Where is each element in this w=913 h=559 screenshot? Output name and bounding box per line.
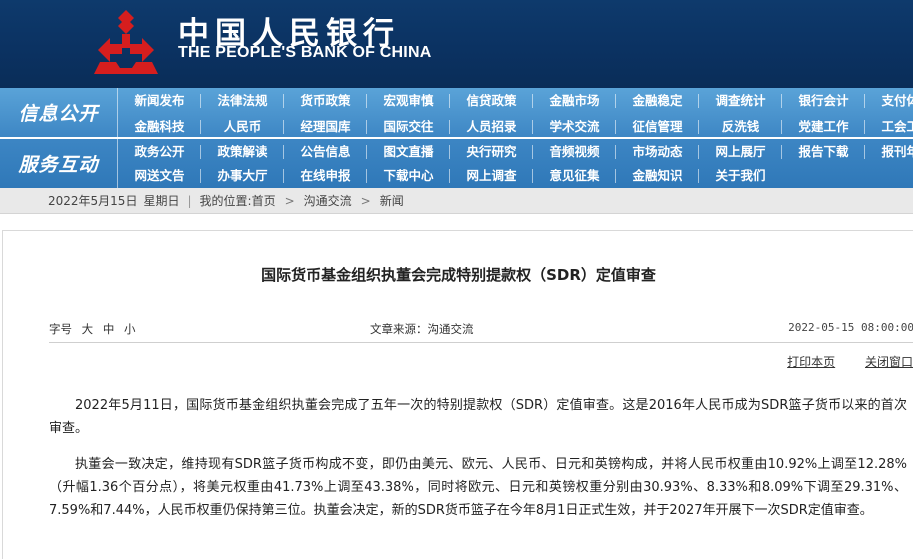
nav-item[interactable]: 法律法规: [201, 89, 284, 113]
nav-item[interactable]: 政策解读: [201, 140, 284, 164]
nav-row-1: 新闻发布 法律法规 货币政策 宏观审慎 信贷政策 金融市场 金融稳定 调查统计 …: [118, 89, 913, 113]
nav-item[interactable]: 网上展厅: [699, 140, 782, 164]
nav-item[interactable]: 人民币: [201, 115, 284, 139]
pboc-emblem-icon: [94, 10, 158, 74]
nav-item[interactable]: 银行会计: [782, 89, 865, 113]
close-window-link[interactable]: 关闭窗口: [865, 355, 913, 369]
nav-item[interactable]: 征信管理: [616, 115, 699, 139]
nav-section-info-public: 信息公开: [0, 88, 118, 137]
font-size-large-button[interactable]: 大: [82, 322, 94, 336]
nav-item[interactable]: 金融稳定: [616, 89, 699, 113]
nav-item[interactable]: 宏观审慎: [367, 89, 450, 113]
breadcrumb-communication-link[interactable]: 沟通交流: [304, 192, 352, 209]
nav-item[interactable]: 人员招录: [450, 115, 533, 139]
breadcrumb-separator: |: [187, 193, 192, 208]
nav-item[interactable]: 在线申报: [284, 164, 367, 188]
nav-item[interactable]: 音频视频: [533, 140, 616, 164]
nav-row-3: 政务公开 政策解读 公告信息 图文直播 央行研究 音频视频 市场动态 网上展厅 …: [118, 140, 913, 164]
meta-divider: [49, 342, 913, 343]
nav-item[interactable]: 反洗钱: [699, 115, 782, 139]
article-actions: 打印本页 关闭窗口: [761, 353, 913, 370]
nav-item[interactable]: 公告信息: [284, 140, 367, 164]
font-size-small-button[interactable]: 小: [124, 322, 136, 336]
location-label: 我的位置:: [199, 194, 252, 208]
nav-item[interactable]: 工会工作: [865, 115, 913, 139]
nav-item[interactable]: 办事大厅: [201, 164, 284, 188]
breadcrumb-arrow-icon: >: [284, 193, 295, 208]
breadcrumb: 2022年5月15日 星期日 | 我的位置: 首页 > 沟通交流 > 新闻: [0, 188, 913, 214]
nav-item[interactable]: 金融市场: [533, 89, 616, 113]
print-page-link[interactable]: 打印本页: [787, 355, 835, 369]
nav-item[interactable]: 调查统计: [699, 89, 782, 113]
nav-item[interactable]: 党建工作: [782, 115, 865, 139]
nav-item[interactable]: 下载中心: [367, 164, 450, 188]
font-size-medium-button[interactable]: 中: [103, 322, 115, 336]
nav-item[interactable]: 政务公开: [118, 140, 201, 164]
article-paragraph: 2022年5月11日，国际货币基金组织执董会完成了五年一次的特别提款权（SDR）…: [49, 398, 907, 436]
breadcrumb-arrow-icon: >: [360, 193, 371, 208]
nav-row-2: 金融科技 人民币 经理国库 国际交往 人员招录 学术交流 征信管理 反洗钱 党建…: [118, 115, 913, 139]
breadcrumb-home-link[interactable]: 首页: [252, 192, 276, 209]
site-banner: 中国人民银行 THE PEOPLE'S BANK OF CHINA: [0, 0, 913, 88]
nav-item[interactable]: 网上调查: [450, 164, 533, 188]
nav-item[interactable]: 金融知识: [616, 164, 699, 188]
nav-item[interactable]: 支付体系: [865, 89, 913, 113]
nav-item[interactable]: 报告下载: [782, 140, 865, 164]
article-meta: 字号 大 中 小 文章来源：沟通交流 2022-05-15 08:00:00: [3, 321, 913, 339]
nav-item[interactable]: 关于我们: [699, 164, 782, 188]
article-title: 国际货币基金组织执董会完成特别提款权（SDR）定值审查: [261, 266, 656, 284]
font-size-label: 字号: [49, 322, 72, 336]
nav-item[interactable]: 学术交流: [533, 115, 616, 139]
article-body: 2022年5月11日，国际货币基金组织执董会完成了五年一次的特别提款权（SDR）…: [49, 394, 907, 535]
nav-item[interactable]: 国际交往: [367, 115, 450, 139]
nav-item[interactable]: 货币政策: [284, 89, 367, 113]
current-weekday: 星期日: [143, 194, 180, 208]
article-source: 文章来源：沟通交流: [370, 322, 474, 336]
article-paragraph: 执董会一致决定，维持现有SDR篮子货币构成不变，即仍由美元、欧元、人民币、日元和…: [49, 457, 907, 518]
nav-item[interactable]: 信贷政策: [450, 89, 533, 113]
nav-item[interactable]: 央行研究: [450, 140, 533, 164]
nav-item[interactable]: 新闻发布: [118, 89, 201, 113]
nav-item[interactable]: 网送文告: [118, 164, 201, 188]
current-date: 2022年5月15日: [48, 194, 138, 208]
nav-item[interactable]: 图文直播: [367, 140, 450, 164]
nav-section-service: 服务互动: [0, 139, 118, 188]
article-date: 2022-05-15 08:00:00: [788, 321, 913, 334]
nav-item[interactable]: 金融科技: [118, 115, 201, 139]
bank-english-name: THE PEOPLE'S BANK OF CHINA: [178, 44, 432, 61]
main-navigation: 信息公开 服务互动 新闻发布 法律法规 货币政策 宏观审慎 信贷政策 金融市场 …: [0, 88, 913, 188]
nav-item[interactable]: 市场动态: [616, 140, 699, 164]
nav-item[interactable]: 经理国库: [284, 115, 367, 139]
breadcrumb-news-link[interactable]: 新闻: [380, 192, 404, 209]
nav-item[interactable]: 意见征集: [533, 164, 616, 188]
nav-item[interactable]: 报刊年鉴: [865, 140, 913, 164]
nav-row-4: 网送文告 办事大厅 在线申报 下载中心 网上调查 意见征集 金融知识 关于我们: [118, 164, 913, 188]
article-panel: 国际货币基金组织执董会完成特别提款权（SDR）定值审查 字号 大 中 小 文章来…: [2, 230, 913, 559]
font-size-switcher: 字号 大 中 小: [49, 321, 135, 337]
